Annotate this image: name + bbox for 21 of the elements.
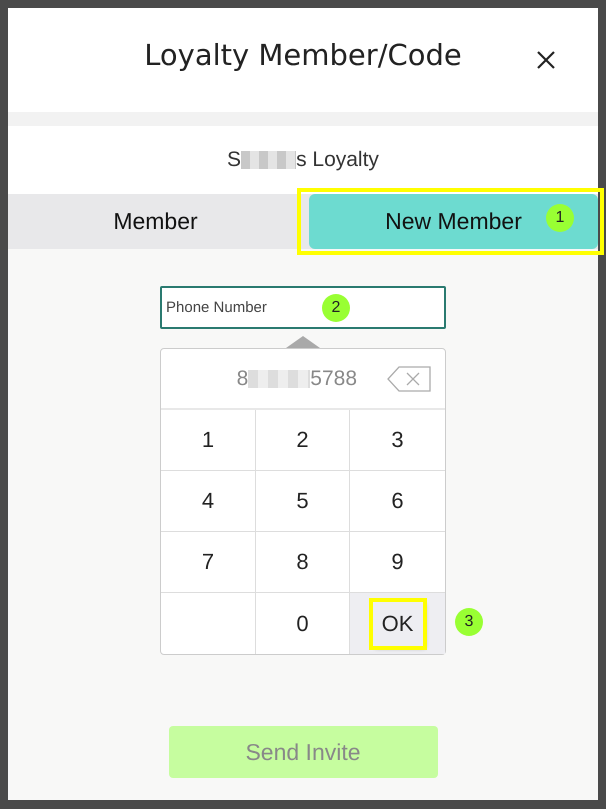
entered-number: 8	[236, 366, 248, 390]
digit-key[interactable]: 4	[161, 471, 255, 531]
program-name: S	[227, 148, 242, 172]
redaction-mark	[241, 151, 296, 169]
digit-key[interactable]: 2	[256, 410, 349, 470]
entered-number: 5788	[310, 366, 357, 390]
digit-key[interactable]: 9	[350, 532, 445, 592]
digit-key[interactable]: 8	[256, 532, 349, 592]
dialog-title: Loyalty Member/Code	[144, 38, 462, 72]
digit-key[interactable]: 5	[256, 471, 349, 531]
digit-key[interactable]: 0	[256, 593, 349, 654]
digit-key[interactable]: 6	[350, 471, 445, 531]
close-icon	[536, 50, 556, 70]
digit-key[interactable]: 7	[161, 532, 255, 592]
digit-key[interactable]: 3	[350, 410, 445, 470]
digit-key[interactable]: 1	[161, 410, 255, 470]
backspace-icon	[387, 366, 431, 392]
callout-number: 3	[455, 608, 483, 636]
redaction-mark	[248, 370, 310, 388]
program-name: s Loyalty	[296, 148, 379, 172]
ok-key[interactable]: OK	[372, 602, 422, 646]
